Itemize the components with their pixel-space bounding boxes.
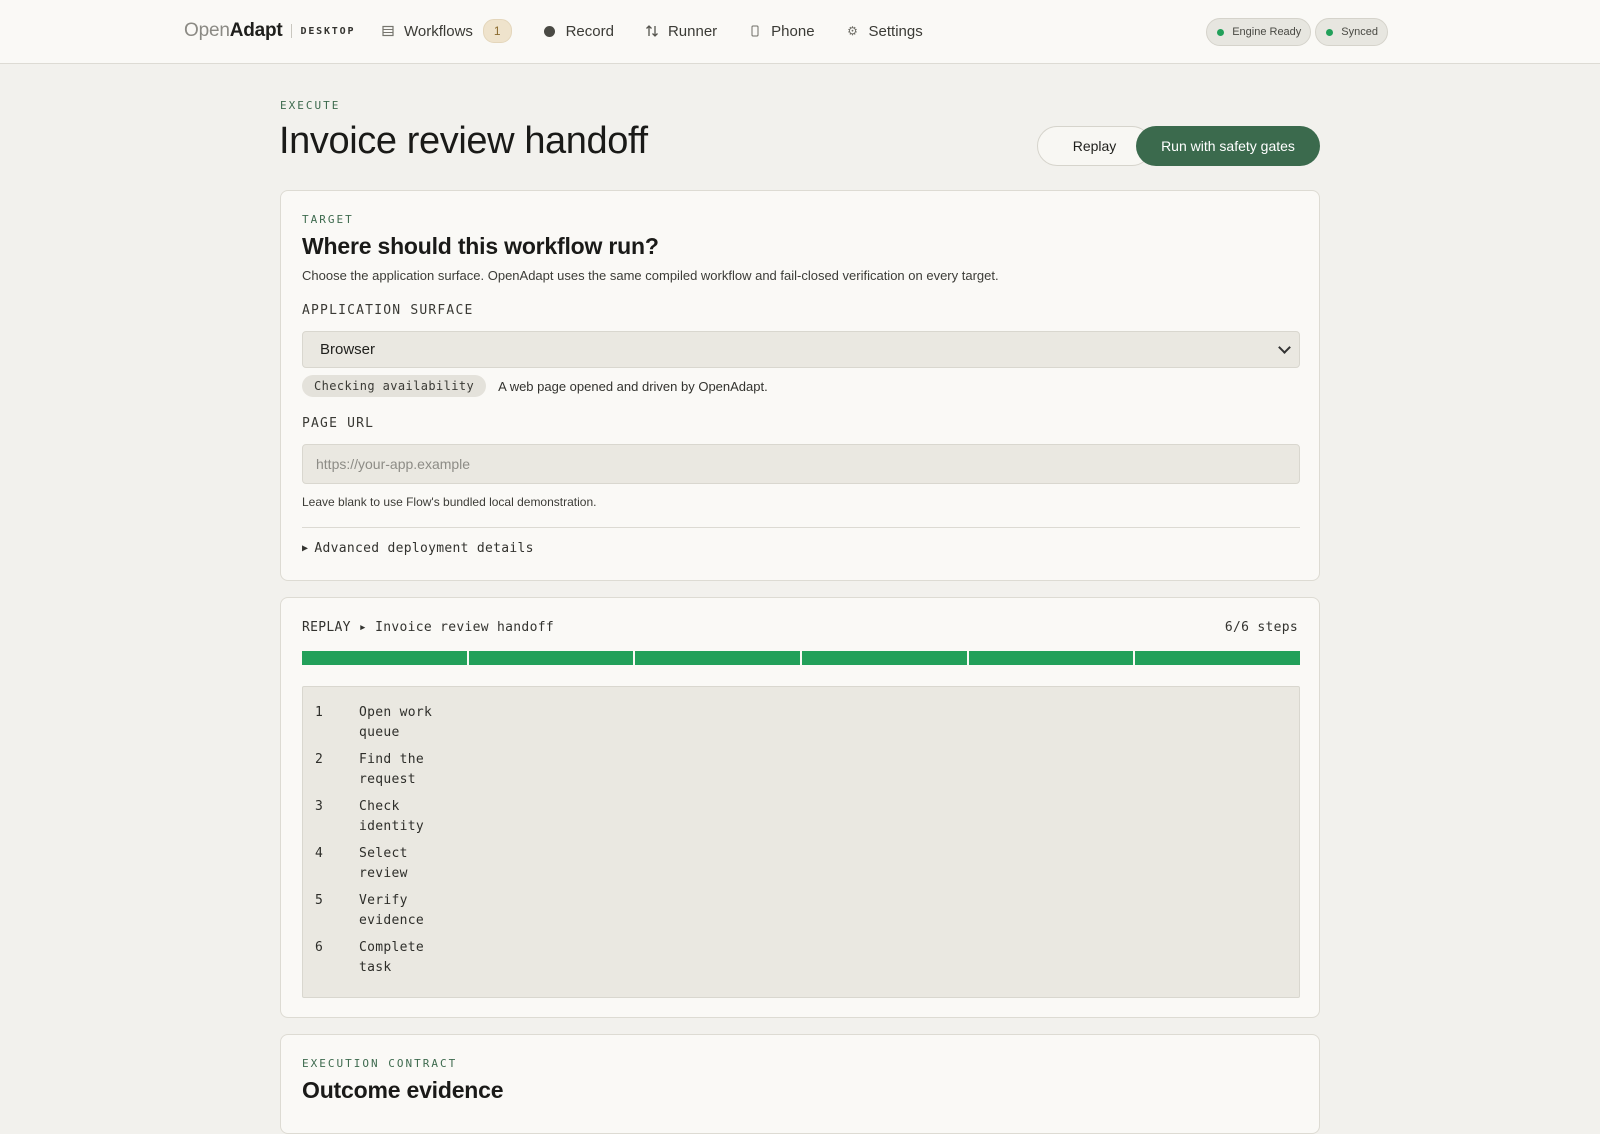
main-nav: Workflows 1 Record Runner Phone ⚙ Settin… (380, 18, 953, 44)
progress-segment (968, 651, 1134, 665)
url-input-wrap: https://your-app.example (302, 444, 1300, 484)
step-item: 3 Check identity (315, 797, 1287, 837)
page-url-input[interactable]: https://your-app.example (302, 444, 1300, 484)
list-icon (380, 25, 396, 37)
replay-progress-count: 6/6 steps (1224, 620, 1298, 635)
surface-label: APPLICATION SURFACE (302, 303, 474, 318)
replay-workflow-name: Invoice review handoff (375, 620, 554, 635)
application-surface-select[interactable]: Browser (302, 331, 1300, 368)
target-divider-wrap (302, 527, 1300, 528)
replay-button[interactable]: Replay (1037, 126, 1152, 166)
step-number: 6 (315, 940, 324, 955)
step-label: Find the request (359, 752, 425, 787)
replay-progress-bar (302, 651, 1301, 665)
brand-adapt-text: Adapt (229, 20, 283, 41)
progress-segment (635, 651, 801, 665)
sync-status-dot (1326, 28, 1334, 36)
target-description: Choose the application surface. OpenAdap… (302, 268, 999, 283)
replay-prefix: REPLAY ▸ (302, 620, 368, 635)
step-item: 2 Find the request (315, 750, 1287, 790)
step-label: Select review (359, 846, 408, 881)
steps-wrap: 1 Open work queue 2 Find the request 3 Check … (302, 686, 1300, 998)
progress-wrap (302, 651, 1301, 665)
step-number: 4 (315, 846, 324, 861)
phone-icon (747, 25, 763, 37)
replay-steps-list: 1 Open work queue 2 Find the request 3 Check … (302, 686, 1300, 998)
url-hint: Leave blank to use Flow's bundled local … (302, 495, 597, 509)
surface-selected-value: Browser (320, 341, 376, 358)
replay-header: REPLAY ▸ Invoice review handoff 6/6 step… (302, 620, 1298, 635)
record-dot-icon (542, 25, 558, 37)
step-number: 5 (315, 893, 324, 908)
engine-status-dot (1217, 28, 1225, 36)
contract-eyebrow: EXECUTION CONTRACT (302, 1057, 458, 1070)
page-eyebrow: EXECUTE (280, 99, 341, 112)
nav-item-workflows[interactable]: Workflows 1 (380, 18, 512, 44)
execution-contract-card: EXECUTION CONTRACT Outcome evidence (280, 1034, 1320, 1134)
progress-segment (302, 651, 467, 665)
nav-item-phone[interactable]: Phone (747, 18, 815, 44)
nav-item-runner[interactable]: Runner (644, 18, 717, 44)
progress-segment (1135, 651, 1301, 665)
nav-label-phone: Phone (771, 22, 815, 40)
brand-divider (290, 24, 292, 38)
step-label: Open work queue (359, 705, 433, 740)
nav-label-workflows: Workflows (404, 22, 473, 40)
step-item: 5 Verify evidence (315, 891, 1287, 931)
engine-status-text: Engine Ready (1232, 26, 1302, 38)
nav-label-settings: Settings (868, 22, 923, 40)
step-item: 4 Select review (315, 844, 1287, 884)
progress-segment (468, 651, 634, 665)
advanced-deployment-toggle[interactable]: ▶ Advanced deployment details (302, 541, 1298, 556)
sync-status-text: Synced (1341, 26, 1378, 38)
brand-open-text: Open (184, 20, 230, 41)
replay-heading: REPLAY ▸ Invoice review handoff (302, 620, 554, 635)
target-eyebrow: TARGET (302, 213, 354, 226)
disclosure-triangle-icon: ▶ (302, 543, 309, 554)
step-label: Verify evidence (359, 893, 425, 928)
advanced-deployment-label: Advanced deployment details (314, 541, 534, 556)
nav-label-record: Record (565, 22, 614, 40)
progress-segment (802, 651, 967, 665)
sync-status-badge: Synced (1315, 18, 1388, 46)
status-indicators: Engine Ready Synced (1202, 18, 1388, 46)
step-label: Complete task (359, 940, 425, 975)
step-label: Check identity (359, 799, 425, 834)
replay-card: REPLAY ▸ Invoice review handoff 6/6 step… (280, 597, 1320, 1018)
section-divider (302, 527, 1300, 528)
engine-status-badge: Engine Ready (1206, 18, 1312, 46)
target-card: TARGET Where should this workflow run? C… (280, 190, 1320, 581)
url-label: PAGE URL (302, 416, 375, 431)
availability-status-chip: Checking availability (302, 375, 487, 397)
step-item: 1 Open work queue (315, 703, 1287, 743)
surface-hint: A web page opened and driven by OpenAdap… (498, 378, 768, 394)
page-url-placeholder: https://your-app.example (316, 456, 471, 472)
surface-select-wrap: Browser (302, 331, 1300, 368)
gear-icon: ⚙ (847, 24, 858, 38)
step-number: 2 (315, 752, 324, 767)
brand-edition: DESKTOP (300, 25, 356, 37)
nav-label-runner: Runner (667, 22, 718, 40)
target-title: Where should this workflow run? (302, 233, 659, 259)
availability-row: Checking availability A web page opened … (302, 375, 1298, 397)
top-bar: Open Adapt DESKTOP Workflows 1 Record Run… (0, 0, 1600, 64)
page-title: Invoice review handoff (279, 120, 648, 162)
chevron-down-icon (1278, 341, 1291, 354)
step-number: 3 (315, 799, 324, 814)
nav-item-record[interactable]: Record (542, 18, 614, 44)
workflows-count-badge: 1 (482, 19, 512, 43)
step-item: 6 Complete task (315, 938, 1287, 978)
run-with-safety-gates-button[interactable]: Run with safety gates (1136, 126, 1320, 166)
step-number: 1 (315, 705, 324, 720)
brand-logo[interactable]: Open Adapt DESKTOP (184, 20, 355, 42)
nav-item-settings[interactable]: ⚙ Settings (845, 18, 923, 44)
transfer-arrows-icon (644, 24, 660, 38)
